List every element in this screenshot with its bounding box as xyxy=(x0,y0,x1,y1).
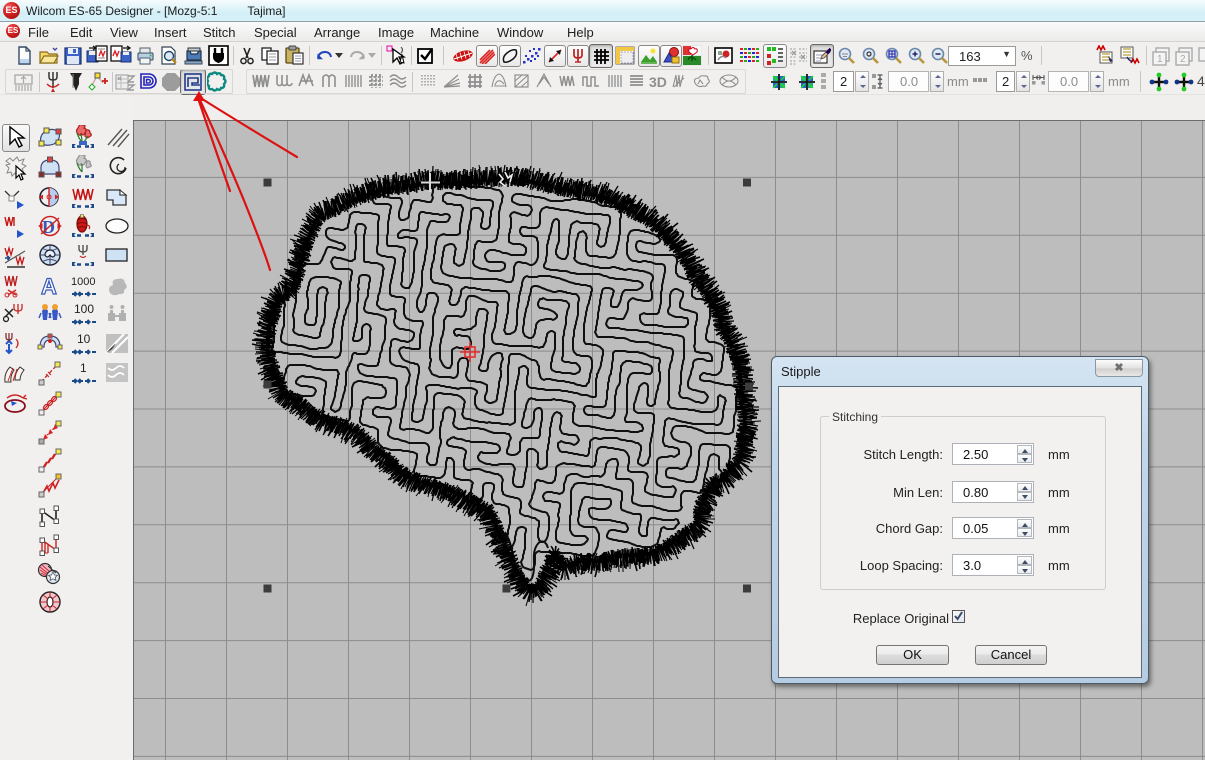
svg-text:1000: 1000 xyxy=(71,276,95,288)
svg-text:100: 100 xyxy=(74,302,94,316)
svg-text:A: A xyxy=(41,274,57,299)
svg-text:10: 10 xyxy=(77,332,91,346)
svg-text:1: 1 xyxy=(80,361,87,375)
svg-text:1: 1 xyxy=(1157,54,1163,65)
svg-text:2: 2 xyxy=(1180,54,1186,65)
